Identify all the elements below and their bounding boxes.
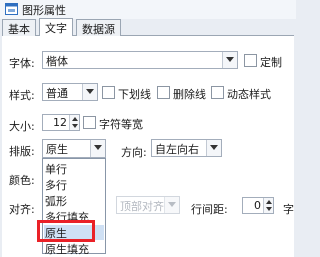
line-spacing-label: 行间距: xyxy=(191,203,228,216)
size-stepper[interactable]: 12 xyxy=(42,114,80,131)
chevron-down-icon[interactable] xyxy=(90,140,105,157)
monospace-label: 字符等宽 xyxy=(99,118,143,131)
font-select[interactable]: 楷体 xyxy=(42,51,238,69)
tab-text[interactable]: 文字 xyxy=(39,18,73,37)
title-bar: 图形属性 xyxy=(0,0,296,19)
underline-label: 下划线 xyxy=(118,88,151,101)
direction-select[interactable]: 自左向右 xyxy=(151,139,222,157)
layout-option-arc[interactable]: 弧形 xyxy=(44,193,104,208)
font-value: 楷体 xyxy=(46,55,68,68)
app-icon xyxy=(5,3,18,15)
tab-basic[interactable]: 基本 xyxy=(2,19,36,36)
layout-label: 排版: xyxy=(9,145,35,158)
vertical-align-value: 顶部对齐 xyxy=(120,200,164,213)
overflow-text: 字 xyxy=(283,203,294,216)
size-value: 12 xyxy=(53,116,67,129)
align-label: 对齐: xyxy=(9,203,35,216)
tab-data-source[interactable]: 数据源 xyxy=(76,19,121,36)
layout-value: 原生 xyxy=(46,143,68,156)
chevron-down-icon[interactable] xyxy=(164,197,179,213)
chevron-down-icon[interactable] xyxy=(206,140,221,156)
dynamic-style-label: 动态样式 xyxy=(227,88,271,101)
direction-label: 方向: xyxy=(121,146,147,159)
strikethrough-label: 删除线 xyxy=(173,88,206,101)
spin-arrows-icon[interactable] xyxy=(263,198,273,213)
layout-option-multi-line[interactable]: 多行 xyxy=(44,177,104,192)
line-spacing-stepper[interactable]: 0 xyxy=(242,197,274,214)
underline-checkbox[interactable] xyxy=(102,86,115,99)
vertical-align-select[interactable]: 顶部对齐 xyxy=(116,196,180,214)
tab-strip: 基本 文字 数据源 xyxy=(2,18,294,37)
layout-option-native-fill[interactable]: 原生填充 xyxy=(44,241,104,256)
custom-label: 定制 xyxy=(260,56,282,69)
chevron-down-icon[interactable] xyxy=(82,84,97,100)
layout-option-single-line[interactable]: 单行 xyxy=(44,161,104,176)
layout-select[interactable]: 原生 xyxy=(42,139,106,158)
line-spacing-value: 0 xyxy=(254,199,261,212)
dynamic-style-checkbox[interactable] xyxy=(211,86,224,99)
highlight-annotation xyxy=(37,220,95,242)
style-label: 样式: xyxy=(9,89,35,102)
font-label: 字体: xyxy=(9,57,35,70)
spin-arrows-icon[interactable] xyxy=(69,115,79,130)
chevron-down-icon[interactable] xyxy=(222,52,237,68)
custom-checkbox[interactable] xyxy=(244,54,257,67)
strikethrough-checkbox[interactable] xyxy=(157,86,170,99)
style-value: 普通 xyxy=(46,87,68,100)
color-label: 颜色: xyxy=(9,174,35,187)
style-select[interactable]: 普通 xyxy=(42,83,98,101)
monospace-checkbox[interactable] xyxy=(83,116,96,129)
size-label: 大小: xyxy=(9,120,35,133)
window-title: 图形属性 xyxy=(22,4,66,17)
direction-value: 自左向右 xyxy=(155,143,199,156)
